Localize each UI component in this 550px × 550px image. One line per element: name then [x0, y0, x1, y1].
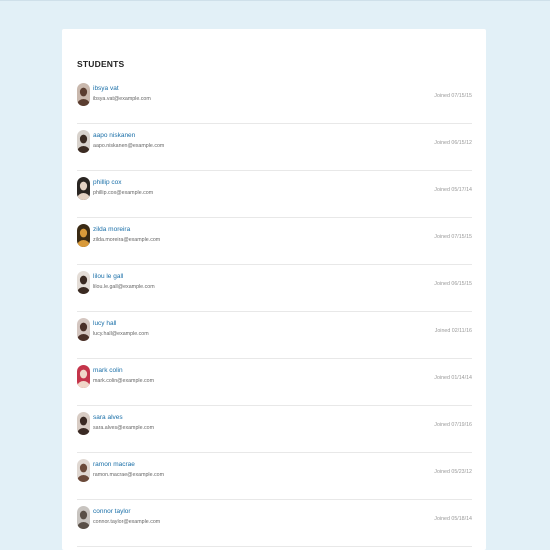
avatar[interactable]	[77, 506, 90, 529]
avatar[interactable]	[77, 83, 90, 106]
card-title: STUDENTS	[77, 59, 125, 69]
student-email: lucy.hall@example.com	[93, 331, 149, 337]
joined-date: Joined 02/11/16	[434, 328, 472, 334]
avatar[interactable]	[77, 365, 90, 388]
student-row[interactable]: mark colin mark.colin@example.com Joined 0…	[77, 359, 472, 406]
joined-date: Joined 06/15/12	[434, 140, 472, 146]
joined-date: Joined 05/23/12	[434, 469, 472, 475]
student-name[interactable]: lucy hall	[93, 320, 116, 327]
joined-date: Joined 07/19/16	[434, 422, 472, 428]
students-card: STUDENTS ibsya vat ibsya.vat@example.com J…	[62, 29, 486, 550]
joined-date: Joined 06/15/15	[434, 281, 472, 287]
avatar[interactable]	[77, 224, 90, 247]
joined-date: Joined 05/17/14	[434, 187, 472, 193]
student-row[interactable]: lucy hall lucy.hall@example.com Joined 02/…	[77, 312, 472, 359]
student-row[interactable]: aapo niskanen aapo.niskanen@example.com Jo…	[77, 124, 472, 171]
student-email: aapo.niskanen@example.com	[93, 143, 165, 149]
joined-date: Joined 07/15/15	[434, 93, 472, 99]
student-name[interactable]: sara alves	[93, 414, 123, 421]
student-name[interactable]: lilou le gall	[93, 273, 123, 280]
student-name[interactable]: ramon macrae	[93, 461, 135, 468]
student-row[interactable]: phillip cox phillip.cox@example.com Joined…	[77, 171, 472, 218]
avatar[interactable]	[77, 459, 90, 482]
student-row[interactable]: connor taylor connor.taylor@example.com Jo…	[77, 500, 472, 547]
student-row[interactable]: ramon macrae ramon.macrae@example.com Join…	[77, 453, 472, 500]
student-row[interactable]: sara alves sara.alves@example.com Joined 0…	[77, 406, 472, 453]
student-row[interactable]: ibsya vat ibsya.vat@example.com Joined 07/…	[77, 77, 472, 124]
student-email: ramon.macrae@example.com	[93, 472, 165, 478]
student-email: connor.taylor@example.com	[93, 519, 161, 525]
student-row[interactable]: lilou le gall lilou.le.gall@example.com Jo…	[77, 265, 472, 312]
student-name[interactable]: mark colin	[93, 367, 123, 374]
avatar[interactable]	[77, 177, 90, 200]
avatar[interactable]	[77, 271, 90, 294]
avatar[interactable]	[77, 318, 90, 341]
avatar[interactable]	[77, 412, 90, 435]
joined-date: Joined 05/18/14	[434, 516, 472, 522]
student-name[interactable]: ibsya vat	[93, 85, 119, 92]
student-email: sara.alves@example.com	[93, 425, 155, 431]
student-email: ibsya.vat@example.com	[93, 96, 151, 102]
student-name[interactable]: connor taylor	[93, 508, 131, 515]
joined-date: Joined 07/15/15	[434, 234, 472, 240]
student-row[interactable]: zilda moreira zilda.moreira@example.com Jo…	[77, 218, 472, 265]
top-border	[0, 0, 550, 1]
student-email: lilou.le.gall@example.com	[93, 284, 155, 290]
student-email: mark.colin@example.com	[93, 378, 155, 384]
student-email: zilda.moreira@example.com	[93, 237, 161, 243]
student-email: phillip.cox@example.com	[93, 190, 154, 196]
student-name[interactable]: zilda moreira	[93, 226, 130, 233]
student-name[interactable]: aapo niskanen	[93, 132, 135, 139]
student-list: ibsya vat ibsya.vat@example.com Joined 07/…	[77, 77, 472, 547]
student-name[interactable]: phillip cox	[93, 179, 122, 186]
avatar[interactable]	[77, 130, 90, 153]
joined-date: Joined 01/14/14	[434, 375, 472, 381]
